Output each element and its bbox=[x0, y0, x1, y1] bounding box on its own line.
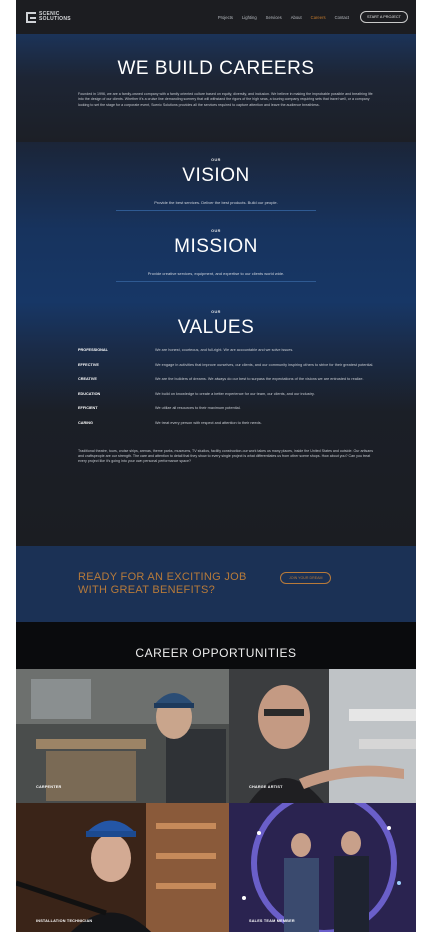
mission-kicker: OUR bbox=[211, 229, 221, 233]
main-menu: Projects Lighting Services About Careers… bbox=[218, 11, 408, 23]
tile-label: SALES TEAM MEMBER bbox=[249, 919, 295, 923]
top-navigation: SCENIC SOLUTIONS Projects Lighting Servic… bbox=[16, 0, 416, 34]
value-label: CARING bbox=[78, 420, 93, 425]
ready-banner: READY FOR AN EXCITING JOB WITH GREAT BEN… bbox=[16, 546, 416, 622]
mission-statement: Provide creative services, equipment, an… bbox=[147, 271, 285, 276]
mission-title: MISSION bbox=[174, 236, 258, 257]
logo-wordmark: SCENIC SOLUTIONS bbox=[39, 10, 71, 22]
logo-mark-icon bbox=[26, 11, 36, 23]
value-label: EFFECTIVE bbox=[78, 362, 99, 367]
values-title: VALUES bbox=[177, 317, 255, 338]
values-closing-text: Traditional theatre, tours, cruise ships… bbox=[78, 448, 374, 464]
value-description: We treat every person with respect and a… bbox=[155, 420, 262, 425]
tile-label: CARPENTER bbox=[36, 785, 62, 789]
values-section: OUR VALUES PROFESSIONAL We are honest, c… bbox=[16, 302, 416, 546]
mission-divider bbox=[116, 281, 316, 282]
sales-team-photo bbox=[229, 803, 416, 932]
values-kicker: OUR bbox=[211, 310, 221, 314]
value-row: EFFECTIVE We engage in activities that i… bbox=[16, 363, 416, 369]
value-row: CREATIVE We are the builders of dreams. … bbox=[16, 377, 416, 383]
value-row: EFFICIENT We utilize all resources to th… bbox=[16, 406, 416, 412]
value-label: CREATIVE bbox=[78, 377, 97, 382]
career-grid: CARPENTER CHARGE ARTIST INSTALLATION TEC… bbox=[16, 669, 416, 932]
vision-block: OUR VISION Provide the best services. De… bbox=[16, 158, 416, 211]
vision-kicker: OUR bbox=[211, 158, 221, 162]
careers-title: CAREER OPPORTUNITIES bbox=[135, 646, 297, 660]
nav-link-contact[interactable]: Contact bbox=[335, 15, 349, 20]
installation-technician-photo bbox=[16, 803, 229, 932]
join-dream-button[interactable]: JOIN YOUR DREAM bbox=[280, 572, 332, 584]
site-logo[interactable]: SCENIC SOLUTIONS bbox=[26, 10, 71, 23]
value-description: We engage in activities that improve our… bbox=[155, 362, 374, 367]
value-row: EDUCATION We build on knowledge to creat… bbox=[16, 392, 416, 398]
nav-link-careers[interactable]: Careers bbox=[311, 15, 326, 20]
value-label: EFFICIENT bbox=[78, 406, 98, 411]
value-description: We utilize all resources to their maximu… bbox=[155, 406, 241, 411]
tile-label: INSTALLATION TECHNICIAN bbox=[36, 919, 93, 923]
value-label: PROFESSIONAL bbox=[78, 348, 108, 352]
vision-title: VISION bbox=[182, 165, 250, 186]
vision-divider bbox=[116, 210, 316, 211]
charge-artist-photo bbox=[229, 669, 416, 803]
careers-page: SCENIC SOLUTIONS Projects Lighting Servic… bbox=[16, 0, 416, 932]
value-row: PROFESSIONAL We are honest, courteous, a… bbox=[16, 348, 416, 354]
ready-heading: READY FOR AN EXCITING JOB WITH GREAT BEN… bbox=[78, 571, 247, 596]
hero-intro-text: Founded in 1996, we are a family-owned c… bbox=[78, 92, 373, 107]
career-tile-charge-artist[interactable]: CHARGE ARTIST bbox=[229, 669, 416, 803]
tile-label: CHARGE ARTIST bbox=[249, 785, 283, 789]
careers-heading-section: CAREER OPPORTUNITIES bbox=[16, 622, 416, 669]
mission-block: OUR MISSION Provide creative services, e… bbox=[16, 229, 416, 282]
nav-link-lighting[interactable]: Lighting bbox=[242, 15, 257, 20]
start-project-button[interactable]: START A PROJECT bbox=[360, 11, 408, 23]
value-description: We are the builders of dreams. We always… bbox=[155, 377, 364, 382]
values-heading: OUR VALUES bbox=[16, 310, 416, 339]
nav-link-about[interactable]: About bbox=[291, 15, 302, 20]
career-tile-carpenter[interactable]: CARPENTER bbox=[16, 669, 229, 803]
value-description: We are honest, courteous, and full-right… bbox=[155, 348, 294, 352]
vision-statement: Provide the best services. Deliver the b… bbox=[154, 200, 278, 205]
hero-title: WE BUILD CAREERS bbox=[117, 58, 315, 79]
value-description: We build on knowledge to create a better… bbox=[155, 391, 315, 396]
hero-section: WE BUILD CAREERS Founded in 1996, we are… bbox=[16, 34, 416, 142]
nav-link-services[interactable]: Services bbox=[266, 15, 282, 20]
career-tile-installation-technician[interactable]: INSTALLATION TECHNICIAN bbox=[16, 803, 229, 932]
vision-mission-section: OUR VISION Provide the best services. De… bbox=[16, 142, 416, 302]
nav-link-projects[interactable]: Projects bbox=[218, 15, 233, 20]
value-label: EDUCATION bbox=[78, 391, 101, 396]
carpenter-photo bbox=[16, 669, 229, 803]
career-tile-sales-team-member[interactable]: SALES TEAM MEMBER bbox=[229, 803, 416, 932]
